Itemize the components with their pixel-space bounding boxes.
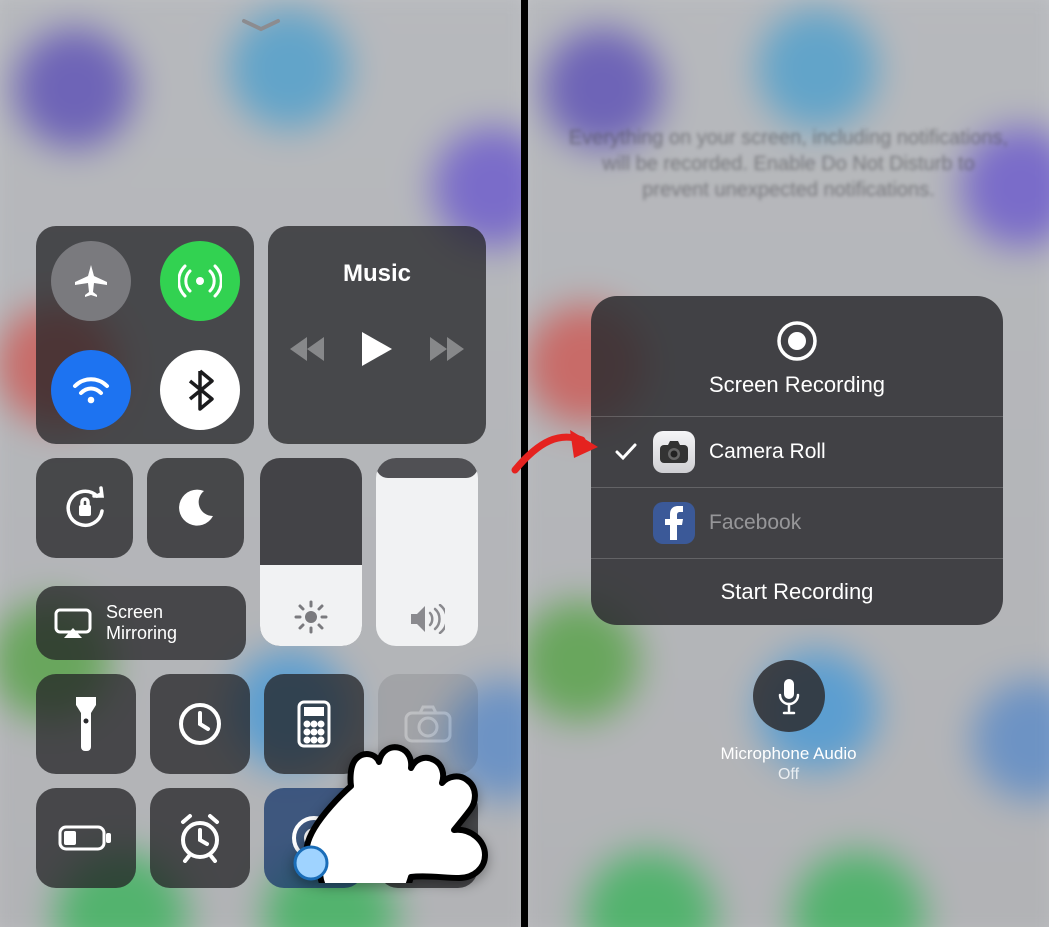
antenna-icon (178, 259, 222, 303)
recording-dest-camera-roll[interactable]: Camera Roll (591, 417, 1003, 488)
recording-dest-facebook[interactable]: Facebook (591, 488, 1003, 559)
alarm-button[interactable] (150, 788, 250, 888)
timer-icon (176, 700, 224, 748)
screen-recording-card: Screen Recording Camera Roll Facebook St… (591, 296, 1003, 625)
screen-recording-title: Screen Recording (709, 372, 885, 398)
timer-button[interactable] (150, 674, 250, 774)
facebook-app-icon (653, 502, 695, 544)
microphone-state: Off (778, 766, 799, 784)
do-not-disturb-toggle[interactable] (147, 458, 244, 558)
music-title: Music (343, 260, 411, 288)
rotation-lock-toggle[interactable] (36, 458, 133, 558)
microphone-icon (777, 677, 801, 715)
checkmark-icon (613, 443, 639, 461)
cellular-data-toggle[interactable] (160, 241, 240, 321)
airplane-icon (71, 261, 111, 301)
pointer-hand-annotation (289, 653, 494, 883)
speaker-icon (409, 604, 445, 634)
forward-icon[interactable] (430, 337, 464, 366)
brightness-slider[interactable] (260, 458, 362, 646)
wifi-toggle[interactable] (51, 350, 131, 430)
recording-warning-text: Everything on your screen, including not… (528, 125, 1049, 203)
facebook-label: Facebook (709, 511, 801, 535)
start-recording-button[interactable]: Start Recording (591, 559, 1003, 625)
wifi-icon (70, 369, 112, 411)
camera-roll-label: Camera Roll (709, 440, 826, 464)
alarm-icon (175, 813, 225, 863)
bluetooth-toggle[interactable] (160, 350, 240, 430)
play-icon[interactable] (362, 332, 392, 371)
start-recording-label: Start Recording (721, 579, 874, 604)
flashlight-icon (72, 697, 100, 751)
flashlight-button[interactable] (36, 674, 136, 774)
low-power-button[interactable] (36, 788, 136, 888)
chevron-down-icon (241, 18, 281, 32)
camera-app-icon (653, 431, 695, 473)
brightness-icon (294, 600, 328, 634)
airplane-mode-toggle[interactable] (51, 241, 131, 321)
volume-slider[interactable] (376, 458, 478, 646)
moon-icon (176, 488, 216, 528)
music-card[interactable]: Music (268, 226, 486, 444)
microphone-toggle[interactable] (753, 660, 825, 732)
screen-mirroring-button[interactable]: Screen Mirroring (36, 586, 246, 660)
microphone-label: Microphone Audio (720, 744, 856, 764)
airplay-icon (54, 608, 92, 638)
bluetooth-icon (185, 368, 215, 412)
red-arrow-annotation (510, 400, 600, 480)
battery-icon (58, 823, 114, 853)
record-icon (776, 320, 818, 362)
screen-mirroring-label: Screen Mirroring (106, 602, 177, 643)
connectivity-card[interactable] (36, 226, 254, 444)
rewind-icon[interactable] (290, 337, 324, 366)
rotation-lock-icon (58, 481, 112, 535)
